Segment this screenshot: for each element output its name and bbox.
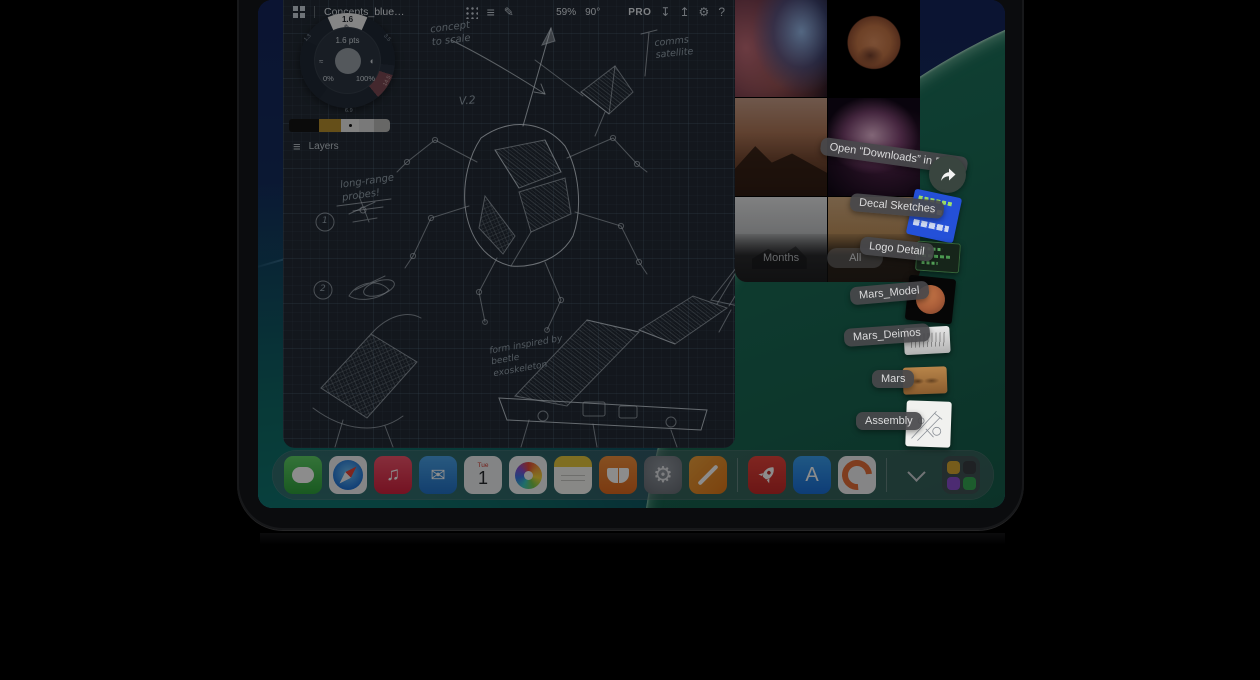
drag-label-mars[interactable]: Mars	[872, 370, 914, 388]
drag-label-assembly[interactable]: Assembly	[856, 412, 922, 430]
ipad-screen: concept to scale comms satellite V.2 lon…	[258, 0, 1005, 508]
share-forward-button[interactable]	[929, 156, 966, 193]
device-edge-reflection	[260, 533, 1005, 545]
forward-arrow-icon	[938, 165, 958, 185]
drag-drop-layer: Open “Downloads” in Files Decal Sketches…	[258, 0, 1005, 508]
ipad-device: concept to scale comms satellite V.2 lon…	[237, 0, 1024, 530]
